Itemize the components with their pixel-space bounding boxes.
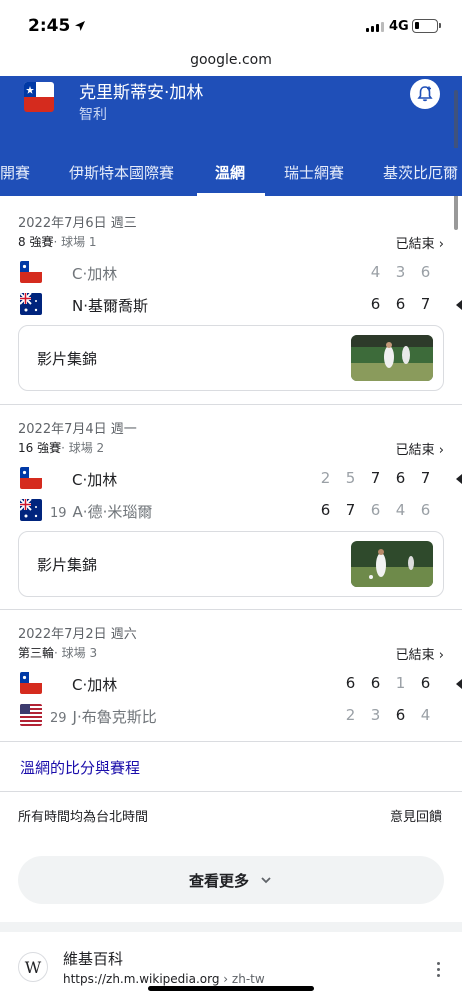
see-more-button[interactable]: 查看更多 <box>18 856 444 904</box>
wikipedia-icon: W <box>18 952 48 982</box>
signal-icon <box>366 22 384 32</box>
player-name-row: N·基爾喬斯 <box>72 297 148 315</box>
player-header: 克里斯蒂安·加林 智利 <box>0 76 462 148</box>
match-card[interactable]: 2022年7月2日 週六 第三輪· 球場 3 已結束 › C·加林 6616 2… <box>0 610 462 740</box>
tab-wimbledon[interactable]: 溫網 <box>215 162 245 183</box>
video-highlights-label: 影片集錦 <box>37 350 98 368</box>
player-country: 智利 <box>79 107 107 123</box>
battery-tip <box>439 23 441 28</box>
tab-1[interactable]: 伊斯特本國際賽 <box>69 162 174 183</box>
wiki-result-url: https://zh.m.wikipedia.org › zh-tw <box>63 972 265 986</box>
status-time: 2:45 <box>28 16 71 36</box>
winner-indicator-icon <box>456 474 462 484</box>
winner-indicator-icon <box>456 300 462 310</box>
player-name-row: 29 J·布魯克斯比 <box>50 708 157 726</box>
chile-flag-icon <box>24 82 54 112</box>
score-row: 6616 <box>345 674 431 692</box>
network-type: 4G <box>389 19 409 34</box>
score-row: 2364 <box>345 706 431 724</box>
tab-0[interactable]: 開賽 <box>0 162 30 183</box>
tournament-tabs: 開賽 伊斯特本國際賽 溫網 瑞士網賽 基茨比厄爾 <box>0 148 462 196</box>
player-name-row: C·加林 <box>72 676 118 694</box>
match-round: 8 強賽· 球場 1 <box>18 235 97 249</box>
match-status: 已結束 › <box>395 443 444 458</box>
match-card[interactable]: 2022年7月6日 週三 8 強賽· 球場 1 已結束 › C·加林 436 N… <box>0 196 462 404</box>
divider <box>0 791 462 792</box>
score-row: 436 <box>370 263 431 281</box>
divider <box>0 741 462 742</box>
feedback-link[interactable]: 意見回饋 <box>390 806 442 825</box>
australia-flag-icon <box>20 499 42 521</box>
chile-flag-icon <box>20 261 42 283</box>
video-highlights-label: 影片集錦 <box>37 556 98 574</box>
url-bar[interactable]: google.com <box>0 48 462 76</box>
match-status: 已結束 › <box>395 237 444 252</box>
score-row: 25767 <box>320 469 431 487</box>
url-domain: google.com <box>190 52 272 68</box>
match-date: 2022年7月2日 週六 <box>18 627 137 642</box>
match-status: 已結束 › <box>395 648 444 663</box>
timezone-note: 所有時間均為台北時間 <box>18 810 149 825</box>
player-name-row: 19 A·德·米瑙爾 <box>50 503 153 521</box>
video-thumbnail[interactable] <box>351 541 433 587</box>
tab-3[interactable]: 瑞士網賽 <box>284 162 344 183</box>
more-options-icon[interactable] <box>437 962 440 977</box>
notification-bell-button[interactable] <box>410 79 440 109</box>
usa-flag-icon <box>20 704 42 726</box>
battery-icon <box>412 19 438 33</box>
video-highlights-card[interactable]: 影片集錦 <box>18 531 444 597</box>
scores-schedule-link[interactable]: 溫網的比分與賽程 <box>20 757 140 778</box>
chevron-down-icon <box>261 877 271 884</box>
player-name-row: C·加林 <box>72 265 118 283</box>
wiki-result-title[interactable]: 維基百科 <box>63 948 123 969</box>
chile-flag-icon <box>20 467 42 489</box>
see-more-label: 查看更多 <box>188 871 249 890</box>
player-name-row: C·加林 <box>72 471 118 489</box>
location-arrow-icon <box>75 21 85 31</box>
home-indicator[interactable] <box>148 986 314 991</box>
match-date: 2022年7月6日 週三 <box>18 216 137 231</box>
video-thumbnail[interactable] <box>351 335 433 381</box>
score-row: 667 <box>370 295 431 313</box>
match-card[interactable]: 2022年7月4日 週一 16 強賽· 球場 2 已結束 › C·加林 2576… <box>0 405 462 609</box>
section-separator <box>0 922 462 932</box>
chile-flag-icon <box>20 672 42 694</box>
match-round: 16 強賽· 球場 2 <box>18 441 105 455</box>
status-bar: 2:45 4G <box>0 0 462 48</box>
score-row: 67646 <box>320 501 431 519</box>
player-name: 克里斯蒂安·加林 <box>79 83 204 103</box>
match-date: 2022年7月4日 週一 <box>18 422 137 437</box>
video-highlights-card[interactable]: 影片集錦 <box>18 325 444 391</box>
australia-flag-icon <box>20 293 42 315</box>
match-round: 第三輪· 球場 3 <box>18 646 98 660</box>
bell-add-icon <box>417 86 433 102</box>
tab-4[interactable]: 基茨比厄爾 <box>383 162 458 183</box>
winner-indicator-icon <box>456 679 462 689</box>
